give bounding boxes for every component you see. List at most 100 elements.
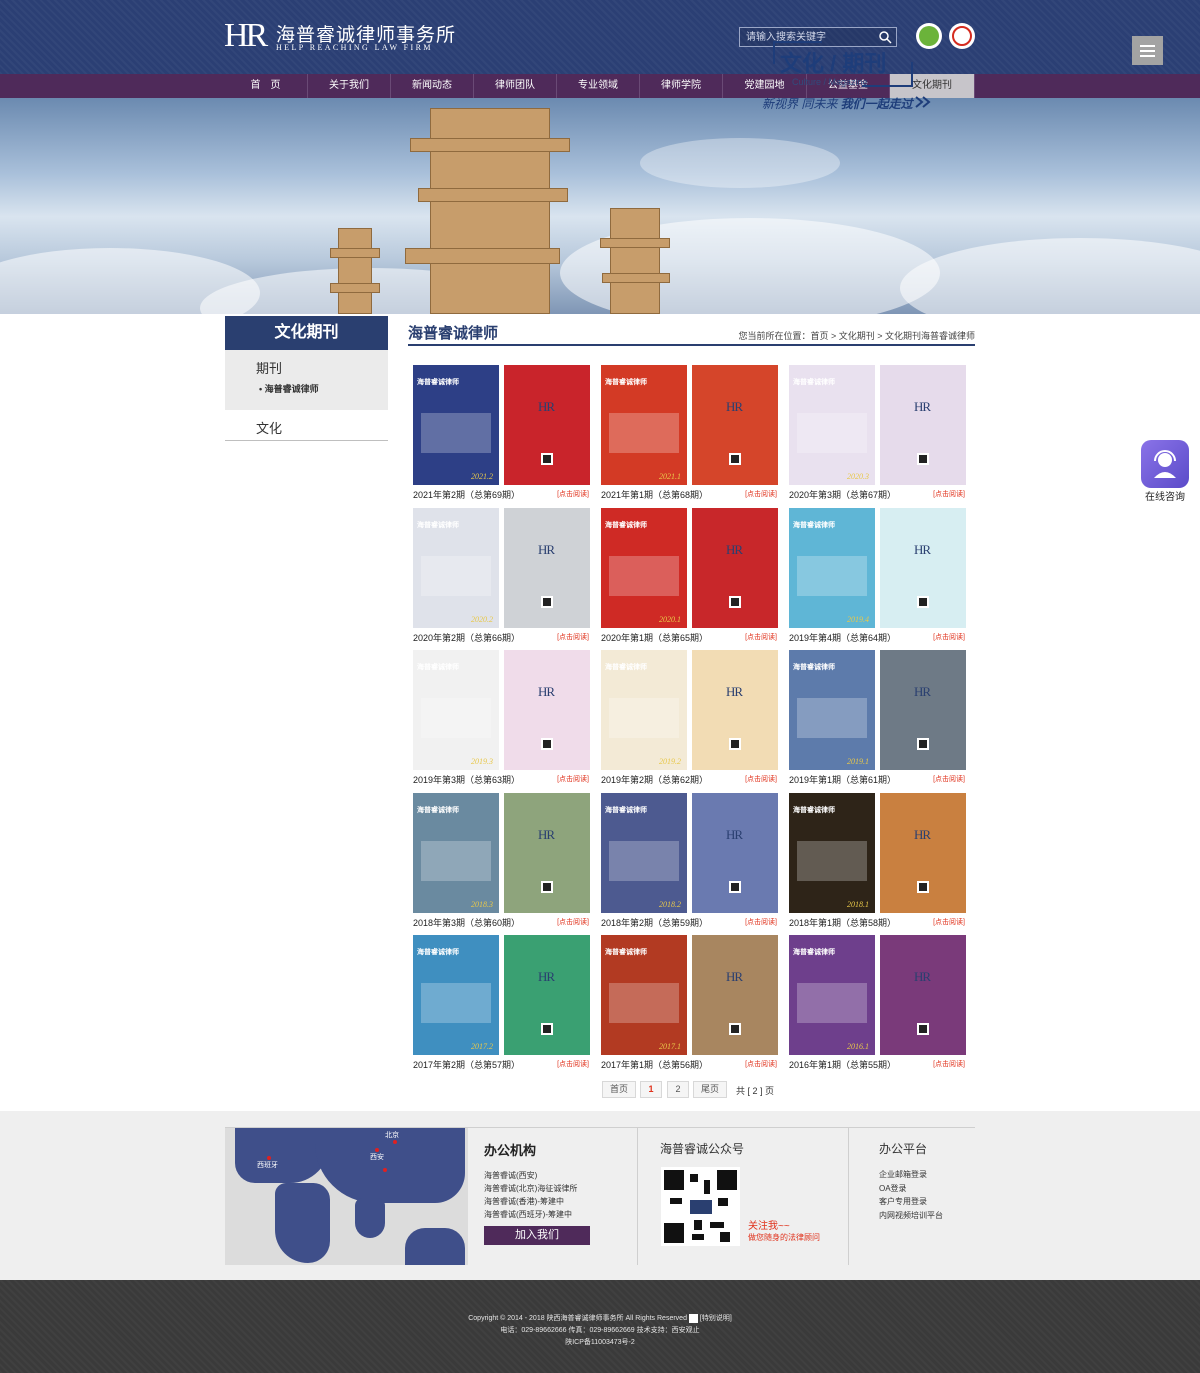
- read-link[interactable]: [点击阅读]: [933, 774, 965, 784]
- magazine-front-cover[interactable]: 海普睿诚律师 2017.2: [413, 935, 499, 1055]
- read-link[interactable]: [点击阅读]: [745, 774, 777, 784]
- magazine-item[interactable]: 海普睿诚律师 2017.2 HR 2017年第2期（总第57期） [点击阅读]: [408, 931, 590, 1071]
- cover-logo: HR: [726, 542, 743, 557]
- nav-item-home[interactable]: 首 页: [224, 74, 308, 98]
- magazine-back-cover[interactable]: HR: [880, 365, 966, 485]
- read-link[interactable]: [点击阅读]: [557, 774, 589, 784]
- online-consult-button[interactable]: [1141, 440, 1189, 488]
- magazine-front-cover[interactable]: 海普睿诚律师 2019.4: [789, 508, 875, 628]
- special-notice-link[interactable]: [特别说明]: [700, 1315, 732, 1322]
- platform-link-oa[interactable]: OA登录: [879, 1183, 907, 1194]
- platform-link-client[interactable]: 客户专用登录: [879, 1196, 927, 1207]
- nav-item-news[interactable]: 新闻动态: [391, 74, 474, 98]
- magazine-item[interactable]: 海普睿诚律师 2019.4 HR 2019年第4期（总第64期） [点击阅读]: [784, 504, 966, 644]
- read-link[interactable]: [点击阅读]: [745, 632, 777, 642]
- magazine-issue-label: 2018年第2期（总第59期）: [601, 918, 709, 928]
- magazine-back-cover[interactable]: HR: [504, 793, 590, 913]
- top-header: [0, 0, 1200, 74]
- office-item[interactable]: 海普睿诚(西安): [484, 1170, 537, 1181]
- cover-year: 2018.3: [471, 900, 493, 909]
- magazine-front-cover[interactable]: 海普睿诚律师 2020.1: [601, 508, 687, 628]
- read-link[interactable]: [点击阅读]: [933, 917, 965, 927]
- menu-icon[interactable]: [1132, 36, 1163, 65]
- magazine-item[interactable]: 海普睿诚律师 2019.2 HR 2019年第2期（总第62期） [点击阅读]: [596, 646, 778, 786]
- magazine-front-cover[interactable]: 海普睿诚律师 2020.2: [413, 508, 499, 628]
- magazine-back-cover[interactable]: HR: [504, 650, 590, 770]
- sidebar-item-magazine[interactable]: 期刊: [256, 358, 282, 377]
- magazine-back-cover[interactable]: HR: [504, 508, 590, 628]
- cover-title: 海普睿诚律师: [605, 807, 647, 814]
- read-link[interactable]: [点击阅读]: [933, 489, 965, 499]
- nav-item-academy[interactable]: 律师学院: [640, 74, 723, 98]
- read-link[interactable]: [点击阅读]: [557, 489, 589, 499]
- sidebar-subitem-hprc[interactable]: 海普睿诚律师: [259, 382, 319, 395]
- magazine-back-cover[interactable]: HR: [692, 508, 778, 628]
- magazine-item[interactable]: 海普睿诚律师 2020.2 HR 2020年第2期（总第66期） [点击阅读]: [408, 504, 590, 644]
- magazine-front-cover[interactable]: 海普睿诚律师 2016.1: [789, 935, 875, 1055]
- read-link[interactable]: [点击阅读]: [745, 489, 777, 499]
- magazine-item[interactable]: 海普睿诚律师 2018.3 HR 2018年第3期（总第60期） [点击阅读]: [408, 789, 590, 929]
- magazine-back-cover[interactable]: HR: [692, 935, 778, 1055]
- magazine-front-cover[interactable]: 海普睿诚律师 2019.3: [413, 650, 499, 770]
- office-item[interactable]: 海普睿诚(香港)-筹建中: [484, 1196, 564, 1207]
- magazine-back-cover[interactable]: HR: [692, 650, 778, 770]
- magazine-back-cover[interactable]: HR: [880, 650, 966, 770]
- cover-title: 海普睿诚律师: [793, 664, 835, 671]
- read-link[interactable]: [点击阅读]: [933, 1059, 965, 1069]
- magazine-item[interactable]: 海普睿诚律师 2020.1 HR 2020年第1期（总第65期） [点击阅读]: [596, 504, 778, 644]
- magazine-item[interactable]: 海普睿诚律师 2019.3 HR 2019年第3期（总第63期） [点击阅读]: [408, 646, 590, 786]
- pager-last[interactable]: 尾页: [693, 1081, 727, 1098]
- magazine-front-cover[interactable]: 海普睿诚律师 2021.2: [413, 365, 499, 485]
- magazine-back-cover[interactable]: HR: [504, 935, 590, 1055]
- pager-first[interactable]: 首页: [602, 1081, 636, 1098]
- read-link[interactable]: [点击阅读]: [745, 1059, 777, 1069]
- office-item[interactable]: 海普睿诚(西班牙)-筹建中: [484, 1209, 572, 1220]
- magazine-back-cover[interactable]: HR: [880, 935, 966, 1055]
- magazine-item[interactable]: 海普睿诚律师 2017.1 HR 2017年第1期（总第56期） [点击阅读]: [596, 931, 778, 1071]
- cover-logo: HR: [726, 684, 743, 699]
- magazine-front-cover[interactable]: 海普睿诚律师 2018.1: [789, 793, 875, 913]
- magazine-back-cover[interactable]: HR: [880, 793, 966, 913]
- read-link[interactable]: [点击阅读]: [557, 632, 589, 642]
- magazine-item[interactable]: 海普睿诚律师 2018.1 HR 2018年第1期（总第58期） [点击阅读]: [784, 789, 966, 929]
- nav-item-practice[interactable]: 专业领域: [557, 74, 640, 98]
- magazine-front-cover[interactable]: 海普睿诚律师 2021.1: [601, 365, 687, 485]
- cover-qr: [541, 453, 553, 465]
- magazine-front-cover[interactable]: 海普睿诚律师 2018.2: [601, 793, 687, 913]
- icp-line[interactable]: 陕ICP备11003473号-2: [0, 1337, 1200, 1347]
- pager-page-1[interactable]: 1: [640, 1081, 662, 1098]
- platform-link-video[interactable]: 内网视频培训平台: [879, 1210, 943, 1221]
- main-nav: 首 页 关于我们 新闻动态 律师团队 专业领域 律师学院 党建园地 公益基金 文…: [0, 74, 1200, 98]
- magazine-front-cover[interactable]: 海普睿诚律师 2020.3: [789, 365, 875, 485]
- office-map: 北京 西安 西班牙: [225, 1128, 468, 1265]
- magazine-back-cover[interactable]: HR: [504, 365, 590, 485]
- magazine-front-cover[interactable]: 海普睿诚律师 2018.3: [413, 793, 499, 913]
- magazine-item[interactable]: 海普睿诚律师 2021.2 HR 2021年第2期（总第69期） [点击阅读]: [408, 361, 590, 501]
- cover-qr: [729, 881, 741, 893]
- magazine-back-cover[interactable]: HR: [880, 508, 966, 628]
- sidebar-item-culture[interactable]: 文化: [225, 412, 388, 441]
- pager-page-2[interactable]: 2: [667, 1081, 689, 1098]
- magazine-back-cover[interactable]: HR: [692, 365, 778, 485]
- read-link[interactable]: [点击阅读]: [933, 632, 965, 642]
- office-item[interactable]: 海普睿诚(北京)海征诚律所: [484, 1183, 577, 1194]
- magazine-item[interactable]: 海普睿诚律师 2016.1 HR 2016年第1期（总第55期） [点击阅读]: [784, 931, 966, 1071]
- read-link[interactable]: [点击阅读]: [557, 917, 589, 927]
- magazine-front-cover[interactable]: 海普睿诚律师 2017.1: [601, 935, 687, 1055]
- magazine-item[interactable]: 海普睿诚律师 2021.1 HR 2021年第1期（总第68期） [点击阅读]: [596, 361, 778, 501]
- read-link[interactable]: [点击阅读]: [745, 917, 777, 927]
- cover-year: 2020.2: [471, 615, 493, 624]
- nav-item-about[interactable]: 关于我们: [308, 74, 391, 98]
- follow-subtext: 做您随身的法律顾问: [748, 1233, 820, 1242]
- nav-item-lawyers[interactable]: 律师团队: [474, 74, 557, 98]
- magazine-front-cover[interactable]: 海普睿诚律师 2019.1: [789, 650, 875, 770]
- magazine-front-cover[interactable]: 海普睿诚律师 2019.2: [601, 650, 687, 770]
- magazine-item[interactable]: 海普睿诚律师 2019.1 HR 2019年第1期（总第61期） [点击阅读]: [784, 646, 966, 786]
- platform-link-email[interactable]: 企业邮箱登录: [879, 1169, 927, 1180]
- read-link[interactable]: [点击阅读]: [557, 1059, 589, 1069]
- magazine-back-cover[interactable]: HR: [692, 793, 778, 913]
- join-us-button[interactable]: 加入我们: [484, 1226, 590, 1245]
- online-consult-label: 在线咨询: [1145, 492, 1185, 503]
- magazine-item[interactable]: 海普睿诚律师 2018.2 HR 2018年第2期（总第59期） [点击阅读]: [596, 789, 778, 929]
- magazine-item[interactable]: 海普睿诚律师 2020.3 HR 2020年第3期（总第67期） [点击阅读]: [784, 361, 966, 501]
